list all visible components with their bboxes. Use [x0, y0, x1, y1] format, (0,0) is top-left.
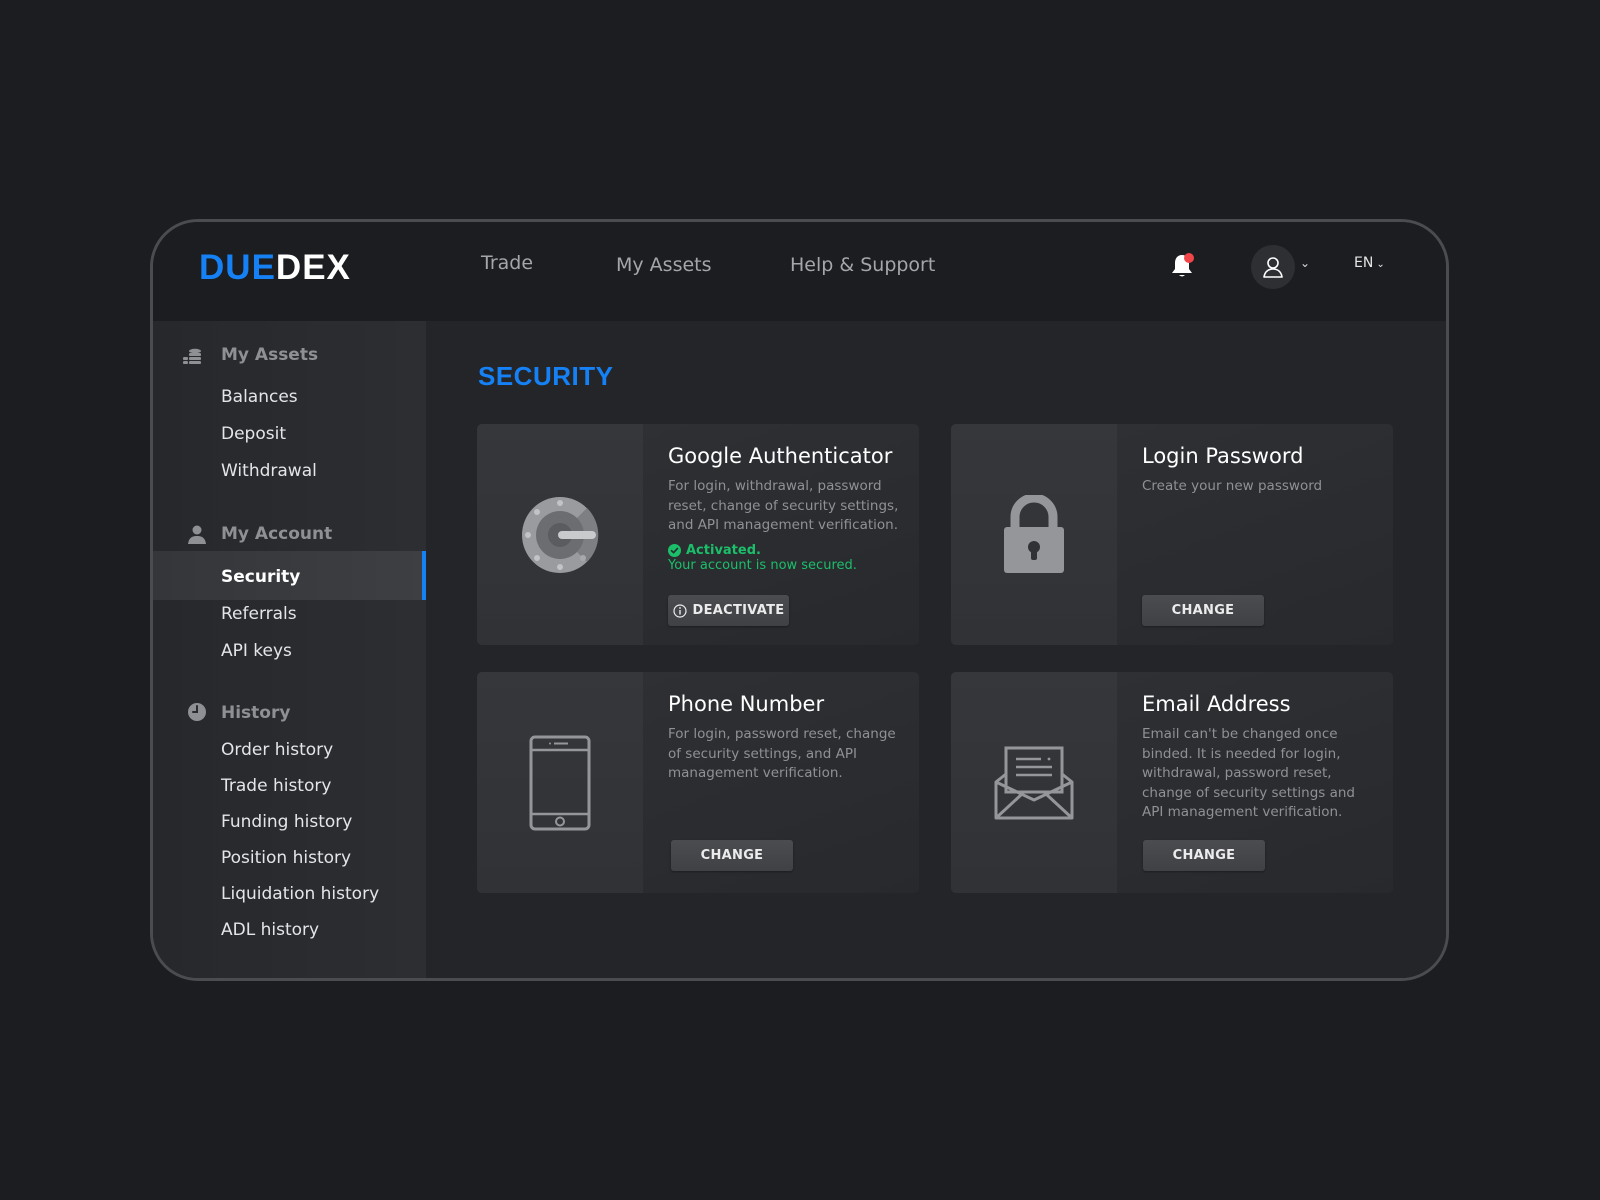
logo-text-e: E — [251, 248, 276, 287]
check-circle-icon — [668, 543, 681, 557]
card-title: Email Address — [1142, 692, 1291, 716]
sidebar-section-title: My Assets — [221, 345, 319, 365]
card-description: For login, withdrawal, password reset, c… — [668, 478, 899, 533]
user-icon — [1263, 257, 1283, 278]
user-icon — [188, 525, 206, 544]
logo-text-dex: DEX — [275, 248, 351, 287]
card-icon-pane — [951, 672, 1117, 893]
chevron-down-icon: ⌄ — [1376, 259, 1385, 270]
google-authenticator-icon — [522, 496, 599, 573]
sidebar-item-position-history[interactable]: Position history — [221, 848, 351, 868]
phone-icon — [529, 735, 591, 830]
status-label: Activated. — [686, 542, 761, 558]
page-title: SECURITY — [478, 361, 614, 391]
sidebar-item-adl-history[interactable]: ADL history — [221, 920, 319, 940]
card-title: Login Password — [1142, 444, 1304, 468]
language-selector[interactable]: EN ⌄ — [1354, 255, 1385, 271]
sidebar-section-title: My Account — [221, 524, 333, 544]
card-icon-pane — [477, 672, 643, 893]
brand-logo[interactable]: DUEDEX — [199, 248, 351, 288]
user-avatar-button[interactable] — [1251, 245, 1295, 289]
clock-icon — [188, 703, 206, 721]
button-label: CHANGE — [700, 848, 764, 863]
chevron-down-icon[interactable]: ⌄ — [1300, 256, 1310, 270]
logo-text-du: DU — [199, 248, 252, 287]
status-badge: Activated. — [668, 543, 905, 558]
status-detail: Your account is now secured. — [668, 557, 857, 573]
card-body: Google Authenticator For login, withdraw… — [668, 444, 905, 573]
sidebar-item-order-history[interactable]: Order history — [221, 740, 333, 760]
card-title: Google Authenticator — [668, 444, 893, 468]
change-email-button[interactable]: CHANGE — [1143, 840, 1265, 871]
sidebar-item-balances[interactable]: Balances — [221, 387, 298, 407]
app-window: DUEDEX Trade My Assets Help & Support ⌄ … — [150, 219, 1449, 981]
sidebar: My Assets Balances Deposit Withdrawal My… — [153, 321, 426, 978]
nav-help-support[interactable]: Help & Support — [790, 254, 935, 276]
language-label: EN — [1354, 255, 1374, 271]
coins-stack-icon — [183, 348, 201, 364]
sidebar-section-title: History — [221, 703, 291, 723]
card-icon-pane — [477, 424, 643, 645]
card-google-authenticator: Google Authenticator For login, withdraw… — [477, 424, 919, 645]
sidebar-item-liquidation-history[interactable]: Liquidation history — [221, 884, 379, 904]
card-description: Email can't be changed once binded. It i… — [1142, 726, 1355, 820]
card-body: Email Address Email can't be changed onc… — [1142, 692, 1379, 823]
sidebar-item-trade-history[interactable]: Trade history — [221, 776, 331, 796]
notification-badge — [1184, 253, 1194, 263]
button-label: CHANGE — [1171, 603, 1235, 618]
card-body: Login Password Create your new password — [1142, 444, 1379, 497]
card-body: Phone Number For login, password reset, … — [668, 692, 905, 784]
deactivate-button[interactable]: DEACTIVATE — [668, 595, 789, 626]
top-navbar: DUEDEX Trade My Assets Help & Support ⌄ … — [153, 222, 1446, 321]
sidebar-item-api-keys[interactable]: API keys — [221, 641, 292, 661]
card-login-password: Login Password Create your new password … — [951, 424, 1393, 645]
sidebar-item-referrals[interactable]: Referrals — [221, 604, 297, 624]
card-icon-pane — [951, 424, 1117, 645]
nav-trade[interactable]: Trade — [481, 252, 533, 274]
sidebar-item-deposit[interactable]: Deposit — [221, 424, 286, 444]
card-email-address: Email Address Email can't be changed onc… — [951, 672, 1393, 893]
change-phone-button[interactable]: CHANGE — [671, 840, 793, 871]
envelope-icon — [994, 746, 1074, 819]
card-description: Create your new password — [1142, 478, 1323, 494]
button-label: CHANGE — [1172, 848, 1236, 863]
main-content: SECURITY Google Authenticator For login,… — [426, 321, 1446, 978]
sidebar-item-withdrawal[interactable]: Withdrawal — [221, 461, 317, 481]
sidebar-item-security[interactable]: Security — [221, 567, 300, 587]
info-icon — [672, 603, 687, 618]
lock-icon — [1004, 494, 1064, 573]
change-password-button[interactable]: CHANGE — [1142, 595, 1264, 626]
nav-my-assets[interactable]: My Assets — [616, 254, 712, 276]
card-description: For login, password reset, change of sec… — [668, 726, 896, 781]
card-title: Phone Number — [668, 692, 825, 716]
card-phone-number: Phone Number For login, password reset, … — [477, 672, 919, 893]
button-label: DEACTIVATE — [692, 603, 785, 618]
sidebar-item-funding-history[interactable]: Funding history — [221, 812, 352, 832]
